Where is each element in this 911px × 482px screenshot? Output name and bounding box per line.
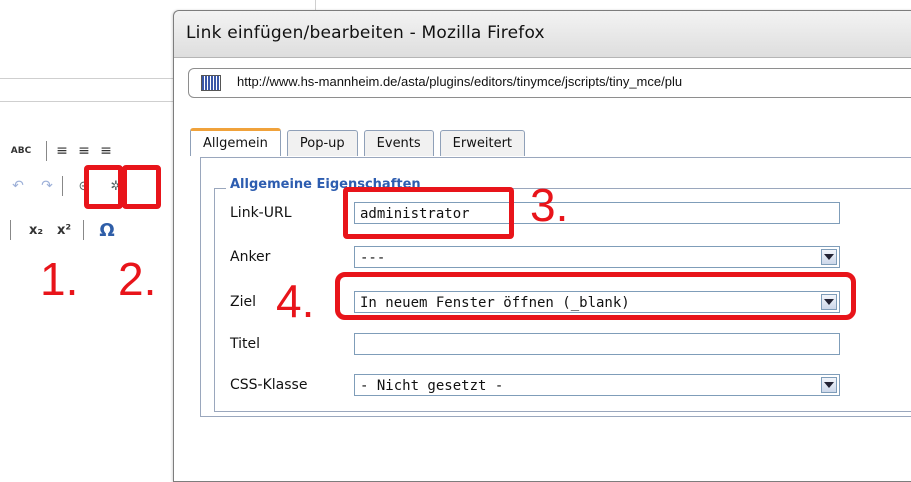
css-klasse-value: - Nicht gesetzt - xyxy=(360,378,504,394)
step-1-label: 1. xyxy=(40,253,79,305)
anker-label: Anker xyxy=(230,249,271,265)
url-text: http://www.hs-mannheim.de/asta/plugins/e… xyxy=(237,74,683,89)
link-url-label: Link-URL xyxy=(230,205,292,221)
tab-popup[interactable]: Pop-up xyxy=(286,130,358,156)
toolbar-separator xyxy=(83,220,84,240)
superscript-button[interactable]: x² xyxy=(53,219,75,241)
link-dialog-window: Link einfügen/bearbeiten - Mozilla Firef… xyxy=(173,10,911,482)
dialog-tabs: Allgemein Pop-up Events Erweitert xyxy=(190,128,531,158)
toolbar-separator xyxy=(10,220,11,240)
titel-label: Titel xyxy=(230,336,261,352)
highlight-link-url xyxy=(343,187,514,239)
step-2-label: 2. xyxy=(118,253,157,305)
anker-value: --- xyxy=(360,250,386,266)
titel-input[interactable] xyxy=(354,333,840,355)
ziel-label: Ziel xyxy=(230,294,256,310)
css-klasse-select[interactable]: - Nicht gesetzt - xyxy=(354,374,840,396)
chevron-down-icon[interactable] xyxy=(821,377,837,393)
anker-select[interactable]: --- xyxy=(354,246,840,268)
step-3-label: 3. xyxy=(530,179,569,231)
window-titlebar[interactable]: Link einfügen/bearbeiten - Mozilla Firef… xyxy=(174,11,911,58)
url-bar[interactable]: http://www.hs-mannheim.de/asta/plugins/e… xyxy=(188,68,911,98)
window-title: Link einfügen/bearbeiten - Mozilla Firef… xyxy=(186,23,545,43)
spellcheck-button[interactable]: ABC xyxy=(0,140,42,162)
editor-divider xyxy=(0,78,175,79)
step-4-label: 4. xyxy=(276,275,315,327)
editor-toolbar-row-3: x₂ x² Ω xyxy=(0,216,118,244)
highlight-ziel xyxy=(335,272,856,320)
tab-allgemein[interactable]: Allgemein xyxy=(190,128,281,156)
special-char-button[interactable]: Ω xyxy=(96,219,118,241)
subscript-button[interactable]: x₂ xyxy=(25,219,47,241)
editor-toolbar-row-1: ABC ≡ ≡ ≡ xyxy=(0,137,117,165)
align-left-icon[interactable]: ≡ xyxy=(51,140,73,162)
tab-erweitert[interactable]: Erweitert xyxy=(439,130,526,156)
css-klasse-label: CSS-Klasse xyxy=(230,377,308,393)
highlight-unlink-button xyxy=(122,165,161,209)
align-right-icon[interactable]: ≡ xyxy=(95,140,117,162)
chevron-down-icon[interactable] xyxy=(821,249,837,265)
highlight-link-button xyxy=(84,165,123,209)
align-center-icon[interactable]: ≡ xyxy=(73,140,95,162)
editor-divider xyxy=(0,101,175,102)
page-icon xyxy=(201,75,221,91)
tab-events[interactable]: Events xyxy=(363,130,434,156)
undo-icon[interactable]: ↶ xyxy=(0,175,36,197)
toolbar-separator xyxy=(46,141,47,161)
redo-icon[interactable]: ↷ xyxy=(36,175,58,197)
toolbar-separator xyxy=(62,176,63,196)
